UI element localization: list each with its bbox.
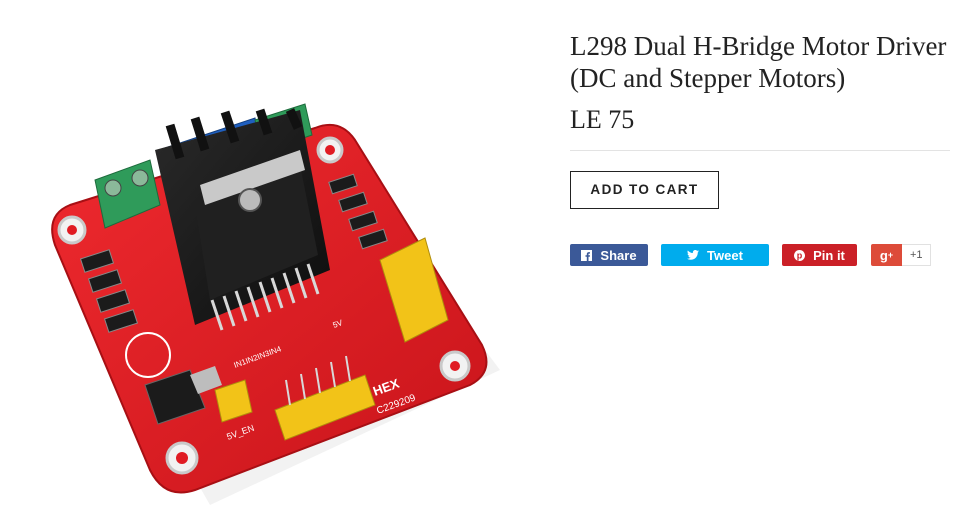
twitter-tweet-button[interactable]: Tweet	[661, 244, 769, 266]
google-plus-icon: g +	[871, 244, 902, 266]
google-plus-count: +1	[902, 244, 931, 266]
svg-text:p: p	[797, 250, 803, 260]
facebook-share-label: Share	[600, 247, 637, 263]
add-to-cart-button[interactable]: ADD TO CART	[570, 171, 719, 209]
product-info: L298 Dual H-Bridge Motor Driver (DC and …	[570, 30, 950, 267]
product-title: L298 Dual H-Bridge Motor Driver (DC and …	[570, 31, 947, 93]
product-image[interactable]: HEX C229209 5V_EN IN1IN2IN3IN4 5V	[0, 0, 520, 507]
pinterest-pin-label: Pin it	[813, 247, 845, 263]
divider	[570, 150, 950, 151]
google-plus-button[interactable]: g + +1	[871, 244, 931, 266]
pinterest-icon: p	[794, 249, 806, 261]
product-price: LE 75	[570, 105, 635, 134]
pinterest-pin-button[interactable]: p Pin it	[782, 244, 857, 266]
facebook-share-button[interactable]: Share	[570, 244, 648, 266]
twitter-icon	[687, 250, 700, 260]
facebook-icon	[581, 249, 593, 261]
twitter-tweet-label: Tweet	[707, 247, 743, 263]
motor-driver-board-picture: HEX C229209 5V_EN IN1IN2IN3IN4 5V	[51, 103, 500, 505]
social-share-buttons: Share Tweet p Pin it g + +1	[570, 243, 950, 267]
